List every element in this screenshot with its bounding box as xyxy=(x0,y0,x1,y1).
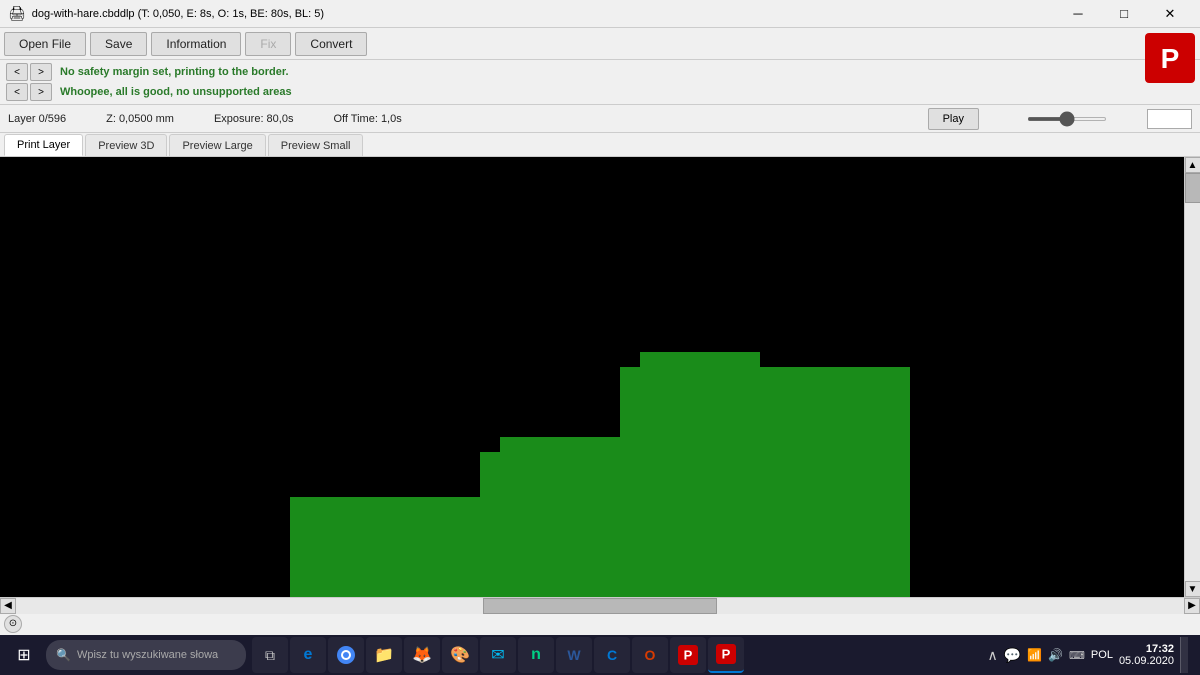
taskbar-clock[interactable]: 17:32 05.09.2020 xyxy=(1119,643,1174,667)
save-button[interactable]: Save xyxy=(90,32,147,56)
tray-network[interactable]: 📶 xyxy=(1027,648,1042,662)
taskbar-search[interactable]: 🔍 Wpisz tu wyszukiwane słowa xyxy=(46,640,246,670)
status-bar: ⊙ xyxy=(0,613,1200,633)
notifications-area: < > No safety margin set, printing to th… xyxy=(0,60,1200,105)
horizontal-scrollbar[interactable]: ◀ ▶ xyxy=(0,597,1200,613)
taskbar-word[interactable]: W xyxy=(556,637,592,673)
taskbar-apps: ⧉ e 📁 🦊 🎨 ✉ n W C xyxy=(252,637,744,673)
start-button[interactable]: ⊞ xyxy=(4,637,44,673)
h-scroll-track[interactable] xyxy=(16,598,1184,614)
tray-keyboard[interactable]: ⌨ xyxy=(1069,649,1085,662)
tab-preview-small[interactable]: Preview Small xyxy=(268,134,364,156)
maximize-button[interactable]: □ xyxy=(1102,0,1146,28)
vertical-scrollbar[interactable]: ▲ ▼ xyxy=(1184,157,1200,597)
taskbar-explorer[interactable]: 📁 xyxy=(366,637,402,673)
language-indicator[interactable]: POL xyxy=(1091,649,1113,661)
z-label: Z: 0,0500 mm xyxy=(106,113,174,125)
notif-prev-2[interactable]: < xyxy=(6,83,28,101)
taskbar-paint3d[interactable]: 🎨 xyxy=(442,637,478,673)
tray-volume[interactable]: 🔊 xyxy=(1048,648,1063,662)
taskbar: ⊞ 🔍 Wpisz tu wyszukiwane słowa ⧉ e 📁 🦊 🎨 xyxy=(0,635,1200,675)
taskbar-chrome[interactable] xyxy=(328,637,364,673)
title-bar: 🖨 dog-with-hare.cbddlp (T: 0,050, E: 8s,… xyxy=(0,0,1200,28)
layer-info-bar: Layer 0/596 Z: 0,0500 mm Exposure: 80,0s… xyxy=(0,105,1200,133)
taskbar-mail[interactable]: ✉ xyxy=(480,637,516,673)
tray-chevron[interactable]: ∧ xyxy=(987,647,997,664)
notif-next-1[interactable]: > xyxy=(30,63,52,81)
play-button[interactable]: Play xyxy=(928,108,979,130)
taskbar-task-view[interactable]: ⧉ xyxy=(252,637,288,673)
svg-text:P: P xyxy=(1161,43,1180,74)
layer-label: Layer 0/596 xyxy=(8,113,66,125)
close-button[interactable]: ✕ xyxy=(1148,0,1192,28)
taskbar-edge[interactable]: e xyxy=(290,637,326,673)
scroll-right-arrow[interactable]: ▶ xyxy=(1184,598,1200,614)
svg-text:P: P xyxy=(684,647,693,662)
scroll-up-arrow[interactable]: ▲ xyxy=(1185,157,1200,173)
fix-button: Fix xyxy=(245,32,291,56)
tab-bar: Print Layer Preview 3D Preview Large Pre… xyxy=(0,133,1200,157)
title-text: dog-with-hare.cbddlp (T: 0,050, E: 8s, O… xyxy=(32,8,324,20)
notification-2: Whoopee, all is good, no unsupported are… xyxy=(60,86,292,98)
search-icon: 🔍 xyxy=(56,648,71,662)
notif-next-2[interactable]: > xyxy=(30,83,52,101)
open-file-button[interactable]: Open File xyxy=(4,32,86,56)
tab-preview-3d[interactable]: Preview 3D xyxy=(85,134,167,156)
information-button[interactable]: Information xyxy=(151,32,241,56)
tab-print-layer[interactable]: Print Layer xyxy=(4,134,83,156)
taskbar-cortana[interactable]: C xyxy=(594,637,630,673)
taskbar-printer-app[interactable]: P xyxy=(670,637,706,673)
off-time-label: Off Time: 1,0s xyxy=(333,113,401,125)
notification-1: No safety margin set, printing to the bo… xyxy=(60,66,289,78)
notif-prev-1[interactable]: < xyxy=(6,63,28,81)
tab-preview-large[interactable]: Preview Large xyxy=(169,134,265,156)
taskbar-app-active[interactable]: P xyxy=(708,637,744,673)
scroll-left-arrow[interactable]: ◀ xyxy=(0,598,16,614)
scroll-down-arrow[interactable]: ▼ xyxy=(1185,581,1200,597)
exposure-label: Exposure: 80,0s xyxy=(214,113,294,125)
toolbar: Open File Save Information Fix Convert xyxy=(0,28,1200,60)
taskbar-outlook[interactable]: O xyxy=(632,637,668,673)
canvas-area: ▲ ▼ xyxy=(0,157,1200,597)
taskbar-tray: ∧ 💬 📶 🔊 ⌨ POL 17:32 05.09.2020 xyxy=(987,637,1196,673)
status-icon[interactable]: ⊙ xyxy=(4,615,22,633)
minimize-button[interactable]: ─ xyxy=(1056,0,1100,28)
app-logo: P xyxy=(1140,28,1200,88)
speed-slider-container xyxy=(1027,117,1107,121)
h-scroll-thumb[interactable] xyxy=(483,598,717,614)
app-icon: 🖨 xyxy=(8,5,26,22)
convert-button[interactable]: Convert xyxy=(295,32,367,56)
show-desktop-button[interactable] xyxy=(1180,637,1188,673)
taskbar-napp[interactable]: n xyxy=(518,637,554,673)
search-placeholder-text: Wpisz tu wyszukiwane słowa xyxy=(77,649,218,661)
speed-slider[interactable] xyxy=(1027,117,1107,121)
taskbar-firefox[interactable]: 🦊 xyxy=(404,637,440,673)
v-scroll-thumb[interactable] xyxy=(1185,173,1200,203)
svg-text:P: P xyxy=(722,646,731,661)
v-scroll-track[interactable] xyxy=(1185,173,1200,581)
tray-message[interactable]: 💬 xyxy=(1004,647,1021,664)
speed-input[interactable]: 0 xyxy=(1147,109,1192,129)
